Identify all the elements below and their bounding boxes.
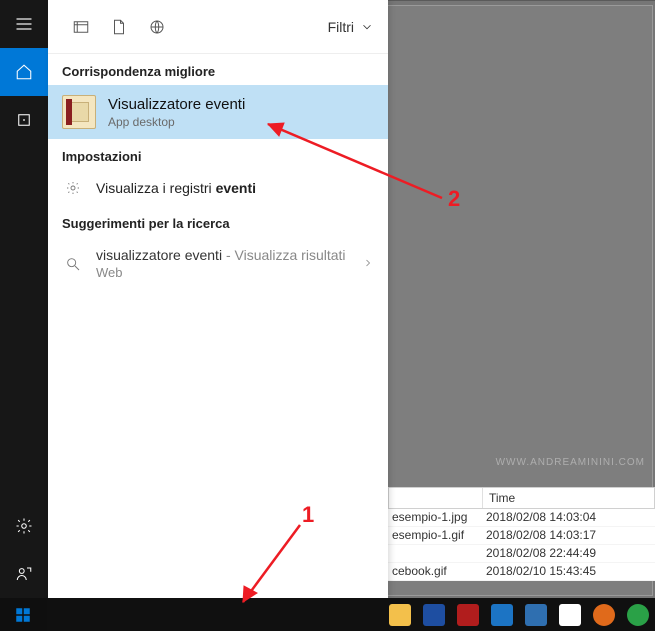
suggestion-text: visualizzatore eventi - Visualizza risul… bbox=[96, 247, 350, 280]
filezilla-icon[interactable] bbox=[451, 598, 485, 631]
edge-icon[interactable] bbox=[485, 598, 519, 631]
notepad-icon[interactable] bbox=[519, 598, 553, 631]
table-row[interactable]: esempio-1.gif 2018/02/08 14:03:17 bbox=[388, 527, 655, 545]
recent-icon[interactable] bbox=[62, 0, 100, 54]
best-match-item[interactable]: Visualizzatore eventi App desktop bbox=[48, 85, 388, 139]
web-icon[interactable] bbox=[138, 0, 176, 54]
file-header-name[interactable] bbox=[389, 488, 483, 508]
table-row[interactable]: 2018/02/08 22:44:49 bbox=[388, 545, 655, 563]
taskbar bbox=[0, 598, 655, 631]
home-icon[interactable] bbox=[0, 48, 48, 96]
best-match-title: Visualizzatore eventi bbox=[108, 96, 245, 113]
explorer-icon[interactable] bbox=[383, 598, 417, 631]
best-match-header: Corrispondenza migliore bbox=[48, 54, 388, 85]
file-list-header: Time bbox=[388, 487, 655, 509]
apps-icon[interactable] bbox=[0, 96, 48, 144]
filters-label: Filtri bbox=[328, 19, 354, 35]
table-row[interactable]: esempio-1.jpg 2018/02/08 14:03:04 bbox=[388, 509, 655, 527]
search-results-panel: Filtri Corrispondenza migliore Visualizz… bbox=[48, 0, 388, 598]
hamburger-icon[interactable] bbox=[0, 0, 48, 48]
suggestions-header: Suggerimenti per la ricerca bbox=[48, 206, 388, 237]
file-time: 2018/02/10 15:43:45 bbox=[482, 563, 655, 580]
file-time: 2018/02/08 14:03:17 bbox=[482, 527, 655, 544]
chevron-down-icon bbox=[360, 20, 374, 34]
chevron-right-icon bbox=[362, 256, 374, 272]
search-suggestion[interactable]: visualizzatore eventi - Visualizza risul… bbox=[48, 237, 388, 290]
settings-item-label: Visualizza i registri eventi bbox=[96, 180, 374, 196]
settings-item[interactable]: Visualizza i registri eventi bbox=[48, 170, 388, 206]
windows-icon bbox=[14, 606, 32, 624]
gear-small-icon bbox=[62, 180, 84, 196]
panel-toolbar: Filtri bbox=[48, 0, 388, 54]
filters-dropdown[interactable]: Filtri bbox=[328, 19, 374, 35]
settings-header: Impostazioni bbox=[48, 139, 388, 170]
watermark: WWW.ANDREAMININI.COM bbox=[496, 457, 645, 468]
best-match-subtitle: App desktop bbox=[108, 115, 245, 129]
start-rail bbox=[0, 0, 48, 598]
table-row[interactable]: cebook.gif 2018/02/10 15:43:45 bbox=[388, 563, 655, 581]
chrome-icon[interactable] bbox=[621, 598, 655, 631]
file-header-time[interactable]: Time bbox=[483, 488, 654, 508]
firefox-icon[interactable] bbox=[587, 598, 621, 631]
start-button[interactable] bbox=[0, 598, 47, 631]
feedback-icon[interactable] bbox=[0, 550, 48, 598]
file-time: 2018/02/08 14:03:04 bbox=[482, 509, 655, 526]
search-icon bbox=[62, 256, 84, 272]
file-name: esempio-1.gif bbox=[388, 527, 482, 544]
document-icon[interactable] bbox=[100, 0, 138, 54]
file-name bbox=[388, 545, 482, 562]
file-time: 2018/02/08 22:44:49 bbox=[482, 545, 655, 562]
event-viewer-icon bbox=[62, 95, 96, 129]
file-list: esempio-1.jpg 2018/02/08 14:03:04 esempi… bbox=[388, 509, 655, 581]
gear-icon[interactable] bbox=[0, 502, 48, 550]
file-name: esempio-1.jpg bbox=[388, 509, 482, 526]
taskbar-apps bbox=[379, 598, 655, 631]
thunderbird-icon[interactable] bbox=[417, 598, 451, 631]
file-name: cebook.gif bbox=[388, 563, 482, 580]
app-icon[interactable] bbox=[553, 598, 587, 631]
